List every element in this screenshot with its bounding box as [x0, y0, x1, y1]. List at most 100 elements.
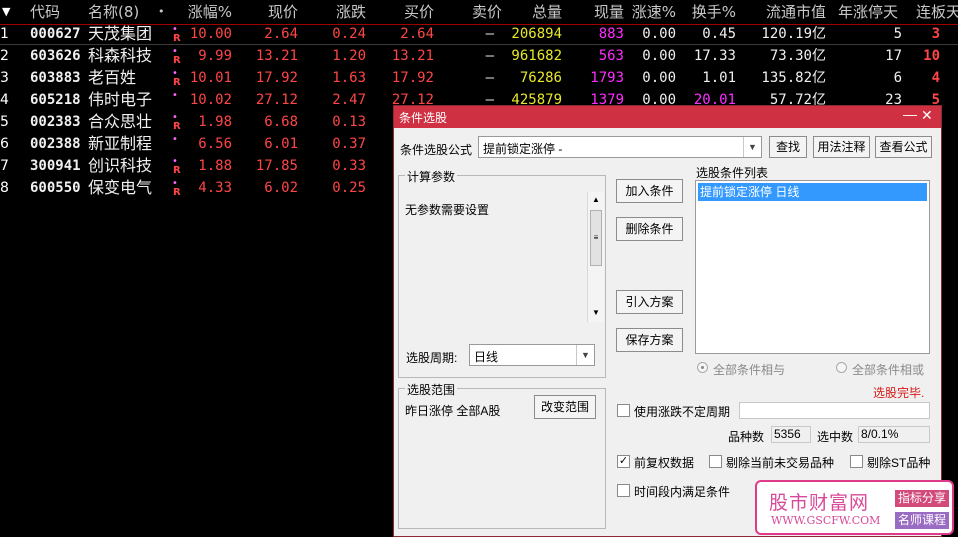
col-change-pct[interactable]: 涨幅% — [176, 1, 232, 23]
usage-notes-button[interactable]: 用法注释 — [813, 136, 870, 158]
chevron-down-icon[interactable]: ▼ — [576, 345, 594, 365]
col-change[interactable]: 涨跌 — [318, 1, 366, 23]
consecutive-days: 4 — [931, 70, 940, 86]
bid-price: 13.21 — [391, 48, 434, 64]
change: 0.37 — [332, 136, 366, 152]
delete-condition-button[interactable]: 删除条件 — [616, 217, 683, 241]
change: 0.25 — [332, 180, 366, 196]
scroll-down-icon[interactable]: ▼ — [588, 305, 604, 321]
stock-name: 老百姓 — [88, 68, 137, 87]
params-group: 计算参数 无参数需要设置 ▲ ≡ ▼ 选股周期: 日线 ▼ — [398, 168, 606, 378]
import-plan-button[interactable]: 引入方案 — [616, 290, 683, 314]
chevron-down-icon[interactable]: ▼ — [743, 137, 761, 157]
col-year-limit-days[interactable]: 年涨停天 — [838, 1, 898, 23]
table-row[interactable]: 2 603626 科森科技 • R 9.99 13.21 1.20 13.21 … — [0, 45, 958, 67]
minimize-icon[interactable]: — — [903, 106, 917, 122]
radio-or[interactable] — [836, 362, 847, 373]
col-bid[interactable]: 买价 — [386, 1, 434, 23]
find-button[interactable]: 查找 — [769, 136, 807, 158]
col-ask[interactable]: 卖价 — [454, 1, 502, 23]
year-limit-days: 6 — [893, 70, 902, 86]
add-condition-button[interactable]: 加入条件 — [616, 179, 683, 203]
sort-arrow-icon[interactable]: ▼ — [2, 1, 10, 23]
stock-code: 600550 — [30, 180, 81, 196]
save-plan-button[interactable]: 保存方案 — [616, 328, 683, 352]
period-input[interactable] — [739, 402, 930, 419]
row-index: 1 — [0, 26, 9, 42]
current-volume: 1793 — [590, 70, 624, 86]
speed: 0.00 — [642, 48, 676, 64]
use-period-checkbox[interactable] — [617, 404, 630, 417]
view-formula-button[interactable]: 查看公式 — [875, 136, 932, 158]
status-text: 选股完毕. — [873, 386, 925, 400]
consecutive-days: 10 — [923, 48, 940, 64]
period-select[interactable]: 日线 ▼ — [469, 344, 595, 366]
row-index: 6 — [0, 136, 9, 152]
col-volume[interactable]: 总量 — [514, 1, 562, 23]
timespan-checkbox[interactable] — [617, 484, 630, 497]
close-icon[interactable]: ✕ — [921, 107, 933, 124]
col-name[interactable]: 名称(8) — [88, 1, 139, 23]
stock-name: 天茂集团 — [88, 24, 153, 43]
change: 0.13 — [332, 114, 366, 130]
period-label: 选股周期: — [406, 351, 458, 365]
change: 1.63 — [332, 70, 366, 86]
stock-name: 科森科技 — [88, 46, 153, 65]
untraded-checkbox[interactable] — [709, 455, 722, 468]
selected-label: 选中数 — [817, 430, 854, 444]
col-code[interactable]: 代码 — [30, 1, 60, 23]
col-consecutive[interactable]: 连板天 — [916, 1, 958, 23]
consecutive-days: 3 — [931, 26, 940, 42]
year-limit-days: 17 — [885, 48, 902, 64]
row-index: 7 — [0, 158, 9, 174]
col-speed[interactable]: 涨速% — [626, 1, 676, 23]
radio-and[interactable] — [697, 362, 708, 373]
list-item[interactable]: 提前锁定涨停 日线 — [698, 183, 927, 201]
watermark-tag-share: 指标分享 — [895, 490, 949, 507]
change: 2.47 — [332, 92, 366, 108]
float-cap: 73.30亿 — [769, 48, 826, 64]
change: 1.20 — [332, 48, 366, 64]
adjust-checkbox[interactable]: ✓ — [617, 455, 630, 468]
float-cap: 135.82亿 — [761, 70, 826, 86]
condition-list[interactable]: 提前锁定涨停 日线 — [695, 180, 930, 354]
ask-price: — — [485, 70, 494, 86]
price: 2.64 — [264, 26, 298, 42]
table-row[interactable]: 3 603883 老百姓 • R 10.01 17.92 1.63 17.92 … — [0, 67, 958, 89]
scroll-thumb[interactable]: ≡ — [590, 210, 602, 266]
stock-name: 伟时电子 — [88, 90, 153, 109]
volume: 206894 — [511, 26, 562, 42]
col-float-cap[interactable]: 流通市值 — [756, 1, 826, 23]
stock-code: 603883 — [30, 70, 81, 86]
scroll-up-icon[interactable]: ▲ — [588, 192, 604, 208]
st-checkbox[interactable] — [850, 455, 863, 468]
change-pct: 9.99 — [198, 48, 232, 64]
table-row[interactable]: 1 000627 天茂集团 • R 10.00 2.64 0.24 2.64 —… — [0, 23, 958, 45]
stock-code: 000627 — [30, 26, 81, 42]
stock-code: 002388 — [30, 136, 81, 152]
formula-value: 提前锁定涨停 - — [483, 142, 563, 156]
change-pct: 1.88 — [198, 158, 232, 174]
price: 27.12 — [255, 92, 298, 108]
watermark-title: 股市财富网 — [769, 492, 870, 514]
dialog-titlebar[interactable]: 条件选股 — ✕ — [394, 106, 941, 128]
change-pct: 10.02 — [189, 92, 232, 108]
params-scrollbar[interactable]: ▲ ≡ ▼ — [587, 192, 604, 322]
stock-name: 新亚制程 — [88, 134, 153, 153]
col-cur-vol[interactable]: 现量 — [574, 1, 624, 23]
watermark-url: WWW.GSCFW.COM — [771, 514, 881, 527]
turnover: 0.45 — [702, 26, 736, 42]
change-pct: 1.98 — [198, 114, 232, 130]
radio-and-label: 全部条件相与 — [713, 363, 786, 377]
col-price[interactable]: 现价 — [250, 1, 298, 23]
current-volume: 883 — [598, 26, 624, 42]
table-header: ▼ 代码 名称(8) • 涨幅% 现价 涨跌 买价 卖价 总量 现量 涨速% 换… — [0, 0, 958, 25]
price: 6.01 — [264, 136, 298, 152]
count-label: 品种数 — [728, 430, 765, 444]
formula-select[interactable]: 提前锁定涨停 - ▼ — [478, 136, 762, 158]
col-turnover[interactable]: 换手% — [684, 1, 736, 23]
adjust-label: 前复权数据 — [634, 456, 695, 470]
dialog-title: 条件选股 — [399, 111, 448, 125]
change-pct: 4.33 — [198, 180, 232, 196]
change-range-button[interactable]: 改变范围 — [534, 395, 596, 419]
